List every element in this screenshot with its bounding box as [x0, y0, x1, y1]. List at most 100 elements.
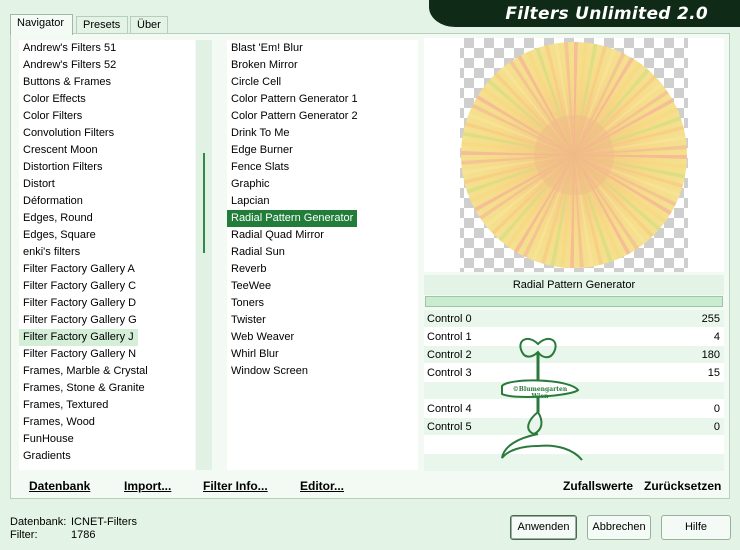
filter-item[interactable]: Broken Mirror: [227, 57, 418, 74]
filter-item[interactable]: Reverb: [227, 261, 418, 278]
database-info: Datenbank: ICNET-Filters: [10, 516, 137, 528]
filter-item[interactable]: Fence Slats: [227, 159, 418, 176]
filter-item[interactable]: Graphic: [227, 176, 418, 193]
category-item[interactable]: Edges, Round: [19, 210, 195, 227]
category-item[interactable]: Andrew's Filters 51: [19, 40, 195, 57]
filter-item[interactable]: Drink To Me: [227, 125, 418, 142]
tab-uber[interactable]: Über: [130, 16, 168, 34]
filter-item-label: Broken Mirror: [231, 59, 298, 71]
filter-item[interactable]: Circle Cell: [227, 74, 418, 91]
filter-item-label: Blast 'Em! Blur: [231, 42, 303, 54]
category-item[interactable]: Buttons & Frames: [19, 74, 195, 91]
category-item-label: Andrew's Filters 52: [23, 59, 117, 71]
filter-item[interactable]: Web Weaver: [227, 329, 418, 346]
category-item[interactable]: Convolution Filters: [19, 125, 195, 142]
filter-item-label: Whirl Blur: [231, 348, 279, 360]
filter-item[interactable]: Lapcian: [227, 193, 418, 210]
filter-item-label: Radial Pattern Generator: [227, 210, 358, 227]
reset-button[interactable]: Zurücksetzen: [644, 479, 721, 493]
filter-item[interactable]: Blast 'Em! Blur: [227, 40, 418, 57]
category-item[interactable]: Color Filters: [19, 108, 195, 125]
category-item[interactable]: Frames, Wood: [19, 414, 195, 431]
filter-item-label: Radial Sun: [231, 246, 285, 258]
control-row-3[interactable]: Control 3 15: [424, 364, 724, 382]
category-item[interactable]: Frames, Textured: [19, 397, 195, 414]
category-item-label: Frames, Marble & Crystal: [23, 365, 148, 377]
filter-item[interactable]: Radial Sun: [227, 244, 418, 261]
category-item[interactable]: Filter Factory Gallery C: [19, 278, 195, 295]
category-item-label: Andrew's Filters 51: [23, 42, 117, 54]
tab-navigator[interactable]: Navigator: [10, 14, 73, 35]
category-item[interactable]: Gradients: [19, 448, 195, 465]
category-item[interactable]: Frames, Stone & Granite: [19, 380, 195, 397]
apply-button[interactable]: Anwenden: [510, 515, 577, 540]
editor-button[interactable]: Editor...: [300, 479, 344, 493]
random-values-button[interactable]: Zufallswerte: [563, 479, 633, 493]
filter-item[interactable]: Toners: [227, 295, 418, 312]
control-label: Control 2: [427, 349, 472, 361]
tab-presets[interactable]: Presets: [76, 16, 128, 34]
category-item-label: enki's filters: [23, 246, 81, 258]
filter-item-label: Web Weaver: [231, 331, 295, 343]
filter-info-button[interactable]: Filter Info...: [203, 479, 268, 493]
category-item[interactable]: Andrew's Filters 52: [19, 57, 195, 74]
category-item-label: Frames, Wood: [23, 416, 95, 428]
category-item[interactable]: Distortion Filters: [19, 159, 195, 176]
database-label: Datenbank:: [10, 516, 67, 528]
filter-item-label: Window Screen: [231, 365, 309, 377]
category-item-label: Filter Factory Gallery D: [23, 297, 137, 309]
category-item[interactable]: enki's filters: [19, 244, 195, 261]
control-row-0[interactable]: Control 0 255: [424, 310, 724, 328]
control-row-4[interactable]: Control 4 0: [424, 400, 724, 418]
help-button[interactable]: Hilfe: [661, 515, 731, 540]
control-row-5[interactable]: Control 5 0: [424, 418, 724, 436]
control-label: Control 4: [427, 403, 472, 415]
filter-list[interactable]: Blast 'Em! Blur Broken Mirror Circle Cell C…: [227, 40, 418, 470]
cancel-button[interactable]: Abbrechen: [587, 515, 651, 540]
category-item[interactable]: Filter Factory Gallery J: [19, 329, 195, 346]
category-item-label: Crescent Moon: [23, 144, 98, 156]
filter-item[interactable]: Radial Pattern Generator: [227, 210, 418, 227]
filter-item[interactable]: Color Pattern Generator 1: [227, 91, 418, 108]
category-item[interactable]: Color Effects: [19, 91, 195, 108]
category-item-label: Color Effects: [23, 93, 86, 105]
filter-item[interactable]: Window Screen: [227, 363, 418, 380]
preview-area: [424, 38, 724, 272]
filter-item-label: Color Pattern Generator 1: [231, 93, 358, 105]
filter-item[interactable]: Whirl Blur: [227, 346, 418, 363]
filter-count-label: Filter:: [10, 529, 38, 541]
scrollbar-thumb[interactable]: [203, 153, 205, 253]
category-item-label: Edges, Square: [23, 229, 96, 241]
category-item[interactable]: Frames, Marble & Crystal: [19, 363, 195, 380]
control-row-2[interactable]: Control 2 180: [424, 346, 724, 364]
category-list[interactable]: Andrew's Filters 51 Andrew's Filters 52 Bu…: [19, 40, 195, 470]
control-value: 180: [701, 349, 720, 361]
import-button[interactable]: Import...: [124, 479, 171, 493]
category-item[interactable]: Distort: [19, 176, 195, 193]
category-item[interactable]: Filter Factory Gallery G: [19, 312, 195, 329]
control-value: 15: [707, 367, 720, 379]
filter-item[interactable]: Twister: [227, 312, 418, 329]
filter-item-label: Fence Slats: [231, 161, 290, 173]
control-row-1[interactable]: Control 1 4: [424, 328, 724, 346]
category-item[interactable]: Filter Factory Gallery N: [19, 346, 195, 363]
category-item-label: Frames, Stone & Granite: [23, 382, 145, 394]
datenbank-button[interactable]: Datenbank: [29, 479, 90, 493]
category-item[interactable]: Filter Factory Gallery A: [19, 261, 195, 278]
category-item-label: Filter Factory Gallery C: [23, 280, 137, 292]
category-item[interactable]: Filter Factory Gallery D: [19, 295, 195, 312]
filter-item-label: Reverb: [231, 263, 267, 275]
filter-item-label: Graphic: [231, 178, 270, 190]
category-item[interactable]: Déformation: [19, 193, 195, 210]
category-item[interactable]: Crescent Moon: [19, 142, 195, 159]
category-scrollbar[interactable]: [196, 40, 212, 470]
category-item[interactable]: Edges, Square: [19, 227, 195, 244]
category-item[interactable]: FunHouse: [19, 431, 195, 448]
filter-item[interactable]: Edge Burner: [227, 142, 418, 159]
category-item-label: Buttons & Frames: [23, 76, 112, 88]
selected-filter-name: Radial Pattern Generator: [424, 275, 724, 295]
filter-item[interactable]: Radial Quad Mirror: [227, 227, 418, 244]
filter-item[interactable]: TeeWee: [227, 278, 418, 295]
filter-item[interactable]: Color Pattern Generator 2: [227, 108, 418, 125]
progress-bar: [425, 296, 723, 307]
